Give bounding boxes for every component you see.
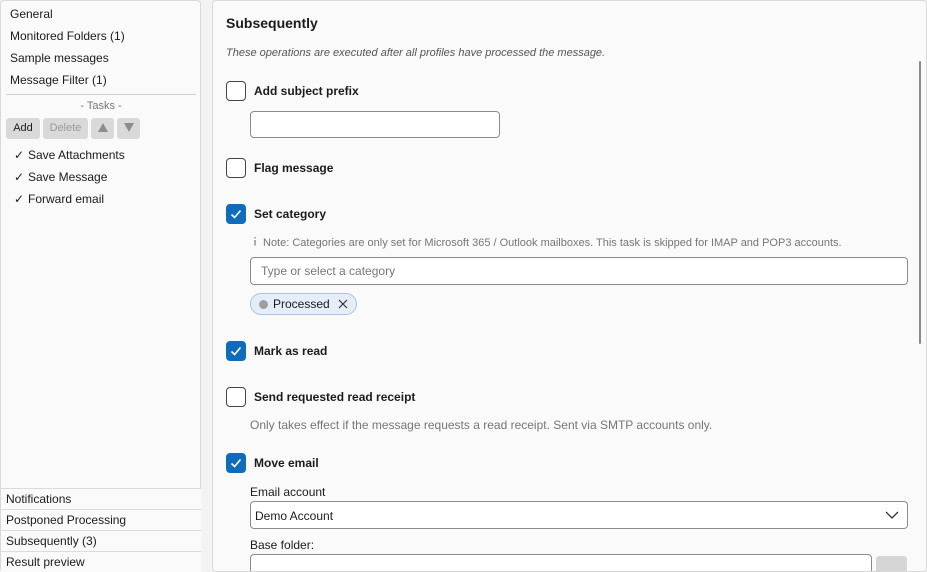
page-description: These operations are executed after all … — [226, 47, 606, 59]
arrow-up-icon — [97, 123, 108, 132]
read-receipt-hint: Only takes effect if the message request… — [250, 418, 713, 432]
base-folder-input[interactable] — [250, 554, 872, 571]
mark-as-read-checkbox[interactable] — [226, 341, 246, 361]
set-category-checkbox[interactable] — [226, 204, 246, 224]
set-category-label: Set category — [254, 207, 327, 221]
tasks-heading: - Tasks - — [80, 100, 122, 112]
flag-message-checkbox[interactable] — [226, 158, 246, 178]
email-account-value: Demo Account — [255, 509, 334, 523]
close-icon[interactable] — [338, 299, 348, 309]
nav-item-result-preview[interactable]: Result preview — [1, 551, 201, 572]
task-item-save-attachments[interactable]: ✓ Save Attachments — [14, 145, 125, 165]
add-subject-prefix-label: Add subject prefix — [254, 84, 359, 98]
arrow-down-icon — [123, 123, 134, 132]
task-label: Save Message — [28, 170, 108, 184]
scrollbar-thumb[interactable] — [919, 61, 921, 344]
add-subject-prefix-checkbox[interactable] — [226, 81, 246, 101]
subject-prefix-input[interactable] — [250, 111, 500, 138]
move-email-checkbox[interactable] — [226, 453, 246, 473]
flag-message-label: Flag message — [254, 161, 334, 175]
move-email-label: Move email — [254, 456, 319, 470]
move-task-up-button[interactable] — [91, 118, 114, 139]
add-task-button[interactable]: Add — [6, 118, 40, 139]
send-read-receipt-checkbox[interactable] — [226, 387, 246, 407]
nav-divider — [6, 94, 196, 95]
delete-task-button[interactable]: Delete — [43, 118, 88, 139]
task-enabled-check-icon: ✓ — [14, 192, 25, 206]
nav-item-general[interactable]: General — [10, 4, 53, 24]
nav-item-subsequently[interactable]: Subsequently (3) — [1, 530, 201, 551]
nav-item-monitored-folders[interactable]: Monitored Folders (1) — [10, 26, 125, 46]
nav-item-postponed-processing[interactable]: Postponed Processing — [1, 509, 201, 530]
email-account-label: Email account — [250, 485, 326, 499]
category-input[interactable] — [250, 257, 908, 285]
category-note: Note: Categories are only set for Micros… — [250, 236, 842, 249]
task-label: Forward email — [28, 192, 105, 206]
category-chip-processed: Processed — [250, 293, 357, 315]
task-item-save-message[interactable]: ✓ Save Message — [14, 167, 107, 187]
nav-item-message-filter[interactable]: Message Filter (1) — [10, 70, 107, 90]
task-enabled-check-icon: ✓ — [14, 170, 25, 184]
subsequently-settings-panel: Subsequently These operations are execut… — [212, 0, 927, 572]
settings-navigation: General Monitored Folders (1) Sample mes… — [0, 0, 201, 572]
base-folder-label: Base folder: — [250, 538, 315, 552]
chevron-down-icon — [885, 511, 899, 519]
checkmark-icon — [230, 209, 242, 219]
category-color-dot — [259, 300, 268, 309]
task-enabled-check-icon: ✓ — [14, 148, 25, 162]
task-label: Save Attachments — [28, 148, 125, 162]
info-icon — [254, 237, 256, 246]
nav-item-notifications[interactable]: Notifications — [1, 488, 201, 509]
checkmark-icon — [230, 458, 242, 468]
category-note-text: Note: Categories are only set for Micros… — [263, 237, 842, 249]
send-read-receipt-label: Send requested read receipt — [254, 390, 416, 404]
page-title: Subsequently — [226, 15, 318, 31]
nav-item-sample-messages[interactable]: Sample messages — [10, 48, 109, 68]
browse-folder-button[interactable] — [876, 556, 907, 571]
category-chip-label: Processed — [273, 297, 330, 311]
mark-as-read-label: Mark as read — [254, 344, 328, 358]
email-account-select[interactable]: Demo Account — [250, 501, 908, 529]
move-task-down-button[interactable] — [117, 118, 140, 139]
task-item-forward-email[interactable]: ✓ Forward email — [14, 189, 104, 209]
checkmark-icon — [230, 346, 242, 356]
